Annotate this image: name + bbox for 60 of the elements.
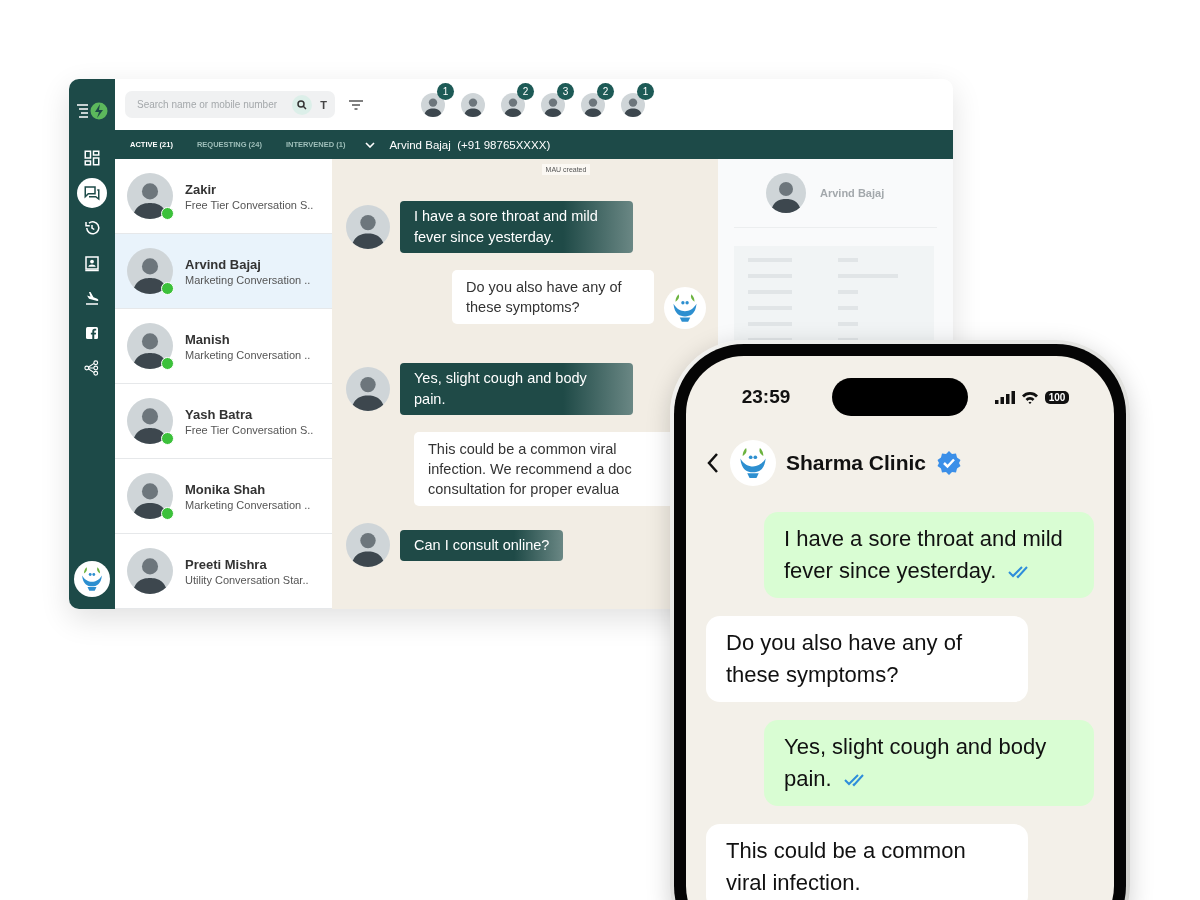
contact-item[interactable]: Arvind Bajaj Marketing Conversation .. [115,234,332,309]
contact-name: Manish [185,331,231,347]
person-avatar [346,205,390,249]
chevron-down-icon[interactable] [365,141,376,148]
person-avatar [346,367,390,411]
contact-name: Zakir [185,181,218,197]
search-icon[interactable] [297,99,308,110]
conversation-type: Free Tier Conversation S.. [185,198,314,211]
contact-name: Yash Batra [185,406,254,422]
conversation-type: Free Tier Conversation S.. [185,423,314,436]
person-avatar [766,173,806,213]
received-message: Do you also have any of these symptoms? [706,616,1028,702]
conversation-type: Marketing Conversation .. [185,348,311,361]
count-badge: 3 [557,82,574,100]
person-avatar [581,92,605,117]
count-badge: 1 [637,82,654,100]
incoming-message: Yes, slight cough and body pain. [400,363,633,415]
person-avatar [346,523,390,567]
count-badge: 2 [517,82,534,100]
person-avatar [127,473,173,519]
person-avatar [127,398,173,444]
person-avatar [127,173,173,219]
incoming-message: Can I consult online? [400,529,564,561]
person-avatar [541,92,565,117]
conversation-type: Marketing Conversation .. [185,498,311,511]
contact-name: Arvind Bajaj [185,256,262,272]
hands-logo-icon [74,561,110,597]
contact-name: Monika Shah [185,481,267,497]
person-avatar [421,92,445,117]
hands-logo-icon [730,440,776,486]
chat-icon[interactable] [77,178,107,208]
search-field[interactable]: Search name or mobile number T [125,91,335,118]
app-logo-icon [76,101,108,121]
person-avatar [501,92,525,117]
profile-name: Arvind Bajaj [820,187,885,199]
battery-level: 100 [1044,390,1070,404]
contact-name: Preeti Mishra [185,556,268,572]
filter-icon[interactable] [349,99,363,110]
person-avatar [127,548,173,594]
hands-logo-icon [664,287,706,329]
count-badge: 2 [597,82,614,100]
count-badge: 1 [437,82,454,100]
chat-title: Sharma Clinic [786,451,927,475]
person-avatar [127,323,173,369]
signal-icon [994,390,1015,404]
back-icon[interactable] [706,452,720,474]
person-avatar [127,248,173,294]
incoming-message: I have a sore throat and mild fever since yesterday. [400,201,633,253]
person-avatar [461,92,485,117]
conversation-type: Marketing Conversation .. [185,273,311,286]
chat-contact-title: Arvind Bajaj (+91 98765XXXX) [389,138,551,151]
text-filter-toggle[interactable]: T [316,98,331,111]
conversation-type: Utility Conversation Star.. [185,573,309,586]
sent-message: I have a sore throat and mild fever since yesterday. [764,512,1094,598]
received-message: This could be a common viral infection. [706,824,1028,900]
person-avatar [621,92,645,117]
status-time: 23:59 [741,386,791,408]
wifi-icon [1020,390,1039,404]
sent-message: Yes, slight cough and body pain. [764,720,1094,806]
outgoing-message: Do you also have any of these symptoms? [452,270,654,324]
